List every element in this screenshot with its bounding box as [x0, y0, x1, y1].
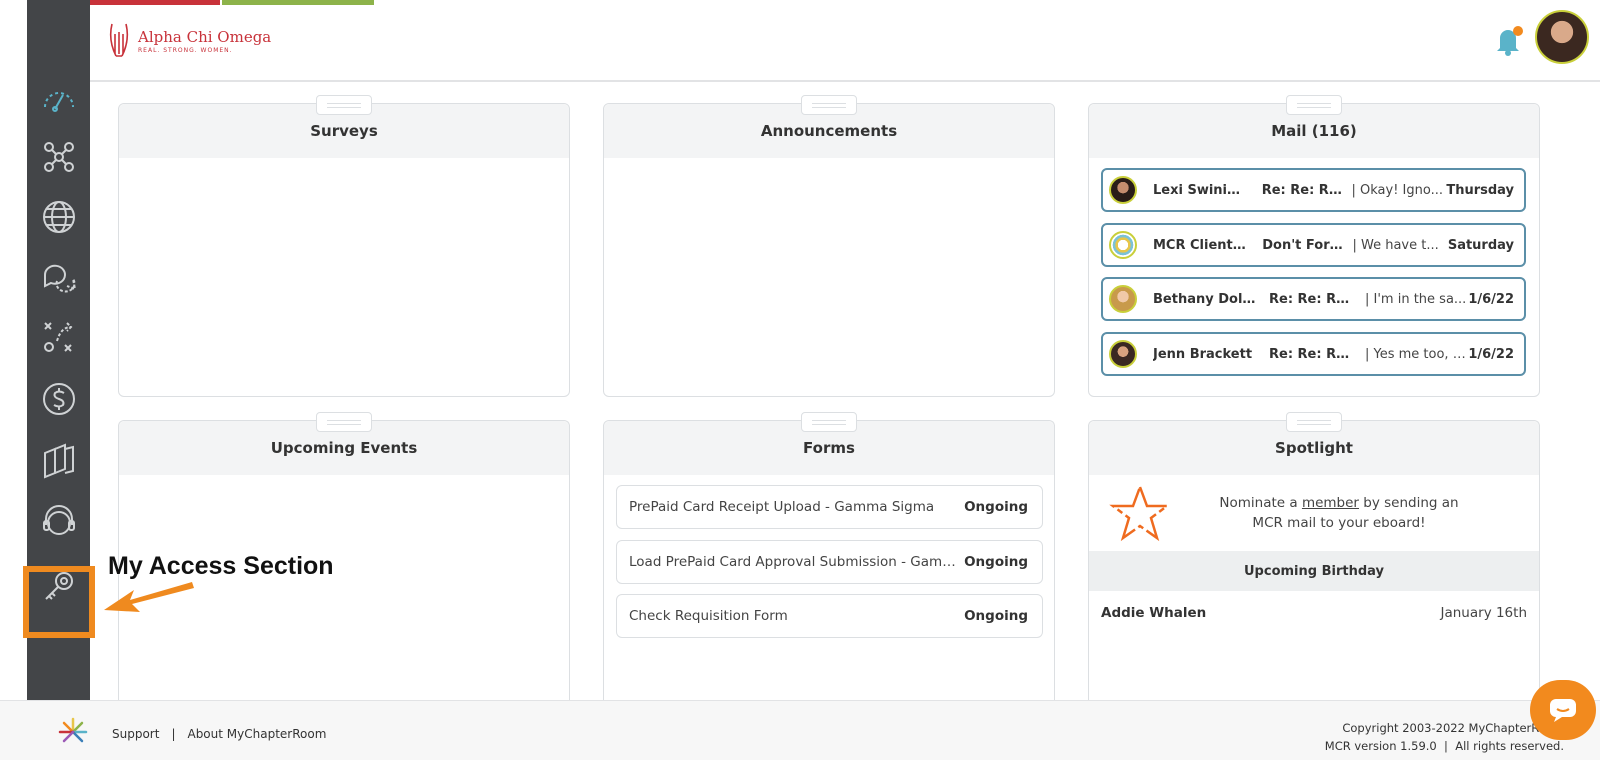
mail-sender: Jenn Brackett — [1153, 346, 1253, 362]
spotlight-message: Nominate a member by sending an MCR mail… — [1219, 495, 1459, 531]
mail-row[interactable]: Jenn Brackett Re: Re: Re: ... | Yes me t… — [1101, 332, 1526, 376]
logo-name: Alpha Chi Omega — [138, 28, 272, 46]
mail-card: Mail (116) Lexi Swinimer Re: Re: Re: ...… — [1088, 95, 1540, 397]
drag-handle[interactable] — [1286, 412, 1342, 432]
mail-preview: | I'm in the sa... — [1365, 291, 1467, 307]
chapter-logo[interactable]: Alpha Chi Omega REAL. STRONG. WOMEN. — [106, 18, 271, 64]
mychapterroom-logo-icon — [58, 717, 88, 743]
mail-row[interactable]: MCR Client ... Don't Forge... | We have … — [1101, 223, 1526, 267]
mail-preview: | We have t... — [1352, 237, 1439, 253]
mail-date: Thursday — [1446, 182, 1515, 198]
copyright: Copyright 2003-2022 MyChapterRoom MCR ve… — [1324, 721, 1564, 753]
chat-bubbles-icon[interactable] — [40, 258, 78, 296]
arrow-icon — [104, 582, 194, 612]
mail-preview: | Yes me too, t... — [1365, 346, 1467, 362]
top-accent-green — [222, 0, 374, 5]
mail-subject: Don't Forge... — [1262, 237, 1344, 253]
sender-avatar — [1109, 176, 1137, 204]
mail-sender: MCR Client ... — [1153, 237, 1251, 253]
forms-card: Forms PrePaid Card Receipt Upload - Gamm… — [603, 412, 1055, 700]
top-accent-red — [90, 0, 220, 5]
mail-sender: Bethany Dol... — [1153, 291, 1257, 307]
lyre-logo-icon — [109, 23, 129, 57]
birthday-date: January 16th — [1440, 605, 1528, 621]
birthday-name: Addie Whalen — [1101, 605, 1207, 621]
mail-row[interactable]: Lexi Swinimer Re: Re: Re: ... | Okay! Ig… — [1101, 168, 1526, 212]
access-section-highlight — [23, 566, 95, 638]
chat-icon — [1550, 699, 1576, 722]
footer-links: Support | About MyChapterRoom — [112, 727, 326, 741]
form-name: Check Requisition Form — [629, 608, 788, 624]
mail-subject: Re: Re: Re: ... — [1261, 182, 1344, 198]
strategy-play-icon[interactable] — [40, 318, 78, 356]
globe-icon[interactable] — [40, 198, 78, 236]
drag-handle[interactable] — [316, 412, 372, 432]
mail-subject: Re: Re: Re: ... — [1269, 291, 1357, 307]
support-link[interactable]: Support — [112, 727, 159, 741]
drag-handle[interactable] — [801, 95, 857, 115]
dashboard-gauge-icon[interactable] — [40, 80, 78, 118]
rights-text: All rights reserved. — [1455, 739, 1564, 753]
mail-date: 1/6/22 — [1468, 291, 1514, 307]
dollar-icon[interactable] — [40, 380, 78, 418]
copyright-text: Copyright 2003-2022 MyChapterRoom — [1342, 721, 1564, 735]
pages-icon[interactable] — [40, 442, 78, 480]
bell-icon[interactable] — [1490, 22, 1526, 58]
sender-avatar — [1109, 285, 1137, 313]
support-headset-icon[interactable] — [40, 504, 78, 542]
form-name: Load PrePaid Card Approval Submission - … — [629, 554, 964, 570]
mail-row[interactable]: Bethany Dol... Re: Re: Re: ... | I'm in … — [1101, 277, 1526, 321]
form-status: Ongoing — [964, 554, 1028, 570]
mail-sender: Lexi Swinimer — [1153, 182, 1250, 198]
footer: Support | About MyChapterRoom Copyright … — [0, 700, 1600, 760]
form-row[interactable]: Check Requisition Form Ongoing — [616, 594, 1043, 638]
form-status: Ongoing — [964, 499, 1028, 515]
footer-separator: | — [171, 727, 176, 741]
logo-tagline: REAL. STRONG. WOMEN. — [138, 47, 233, 54]
member-link[interactable]: member — [1302, 495, 1359, 511]
mail-preview: | Okay! Igno... — [1351, 182, 1444, 198]
upcoming-birthday-heading: Upcoming Birthday — [1089, 551, 1539, 591]
mail-date: Saturday — [1447, 237, 1514, 253]
sender-avatar — [1109, 340, 1137, 368]
star-icon — [1109, 483, 1171, 542]
drag-handle[interactable] — [801, 412, 857, 432]
form-status: Ongoing — [964, 608, 1028, 624]
mail-date: 1/6/22 — [1468, 346, 1514, 362]
form-name: PrePaid Card Receipt Upload - Gamma Sigm… — [629, 499, 935, 515]
drag-handle[interactable] — [316, 95, 372, 115]
mail-subject: Re: Re: Re: ... — [1269, 346, 1357, 362]
form-row[interactable]: Load PrePaid Card Approval Submission - … — [616, 540, 1043, 584]
about-link[interactable]: About MyChapterRoom — [187, 727, 326, 741]
sender-avatar — [1109, 231, 1137, 259]
surveys-card: Surveys — [118, 95, 570, 397]
version-text: MCR version 1.59.0 — [1324, 739, 1437, 753]
top-bar: Alpha Chi Omega REAL. STRONG. WOMEN. — [90, 0, 1600, 82]
network-nodes-icon[interactable] — [40, 138, 78, 176]
chat-launcher-button[interactable] — [1530, 680, 1596, 740]
form-row[interactable]: PrePaid Card Receipt Upload - Gamma Sigm… — [616, 485, 1043, 529]
user-avatar[interactable] — [1535, 10, 1589, 64]
announcements-card: Announcements — [603, 95, 1055, 397]
drag-handle[interactable] — [1286, 95, 1342, 115]
spotlight-card: Spotlight Nominate a member by sending a… — [1088, 412, 1540, 700]
